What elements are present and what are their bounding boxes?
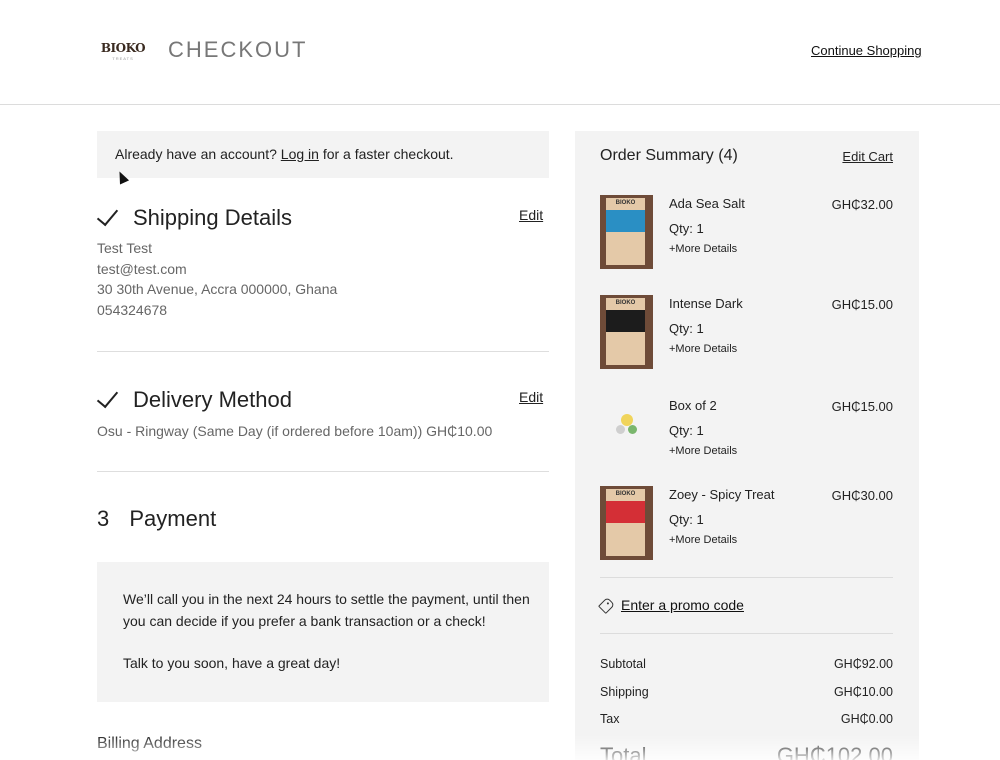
brand-logo[interactable]: BIOKO TREATS <box>100 30 146 72</box>
continue-shopping-link[interactable]: Continue Shopping <box>811 43 922 58</box>
shipping-cost-value: GH₵10.00 <box>833 685 893 699</box>
product-thumbnail: BIOKO <box>600 486 653 560</box>
tag-icon <box>598 596 615 614</box>
promo-code-link[interactable]: Enter a promo code <box>598 596 744 614</box>
total-row: Total GH₵102.00 <box>600 743 893 760</box>
shipping-email: test@test.com <box>97 260 187 277</box>
item-name: Ada Sea Salt <box>669 196 745 211</box>
edit-cart-link[interactable]: Edit Cart <box>842 149 893 164</box>
product-thumbnail: BIOKO <box>600 195 653 269</box>
product-label-band <box>606 210 645 232</box>
total-label: Total <box>600 743 647 760</box>
promo-code-label: Enter a promo code <box>621 597 744 613</box>
shipping-cost-label: Shipping <box>600 685 649 699</box>
order-summary: Order Summary (4) Edit Cart BIOKO Ada Se… <box>575 131 919 760</box>
divider <box>600 633 893 634</box>
billing-address-title: Billing Address <box>97 735 202 752</box>
payment-section-header: 3 Payment <box>97 506 216 532</box>
subtotal-row: Subtotal GH₵92.00 <box>600 657 893 671</box>
cart-item: BIOKO Ada Sea Salt Qty: 1 +More Details … <box>600 195 893 275</box>
item-price: GH₵15.00 <box>831 399 893 414</box>
item-qty: Qty: 1 <box>669 423 704 438</box>
shipping-phone: 054324678 <box>97 302 168 319</box>
payment-greeting: Talk to you soon, have a great day! <box>123 655 341 671</box>
product-label-band <box>606 501 645 523</box>
checkmark-icon <box>97 207 119 229</box>
product-label-band <box>606 310 645 332</box>
item-name: Box of 2 <box>669 398 717 413</box>
item-name: Intense Dark <box>669 296 743 311</box>
subtotal-label: Subtotal <box>600 657 646 671</box>
divider <box>97 471 549 472</box>
login-link[interactable]: Log in <box>281 146 319 162</box>
payment-message-box: We’ll call you in the next 24 hours to s… <box>97 562 549 702</box>
cart-item: BIOKO Zoey - Spicy Treat Qty: 1 +More De… <box>600 486 893 566</box>
shipping-details: Test Test test@test.com 30 30th Avenue, … <box>97 238 337 321</box>
shipping-title: Shipping Details <box>133 205 292 230</box>
delivery-section-header: Delivery Method <box>97 387 292 413</box>
more-details-link[interactable]: +More Details <box>669 445 737 457</box>
tax-value: GH₵0.00 <box>840 712 893 726</box>
product-thumbnail <box>600 397 653 471</box>
delivery-method-text: Osu - Ringway (Same Day (if ordered befo… <box>97 423 493 439</box>
edit-delivery-button[interactable]: Edit <box>519 389 543 405</box>
logo-text: BIOKO <box>100 41 146 55</box>
product-brand-mark: BIOKO <box>615 491 636 497</box>
item-price: GH₵30.00 <box>831 488 893 503</box>
logo-subtext: TREATS <box>112 56 134 61</box>
tax-label: Tax <box>600 712 620 726</box>
order-summary-title: Order Summary (4) <box>600 147 738 164</box>
edit-shipping-button[interactable]: Edit <box>519 207 543 223</box>
cart-item: Box of 2 Qty: 1 +More Details GH₵15.00 <box>600 397 893 477</box>
cart-item: BIOKO Intense Dark Qty: 1 +More Details … <box>600 295 893 375</box>
more-details-link[interactable]: +More Details <box>669 343 737 355</box>
total-value: GH₵102.00 <box>776 743 893 760</box>
divider <box>600 577 893 578</box>
item-qty: Qty: 1 <box>669 321 704 336</box>
shipping-name: Test Test <box>97 240 152 256</box>
login-suffix-text: for a faster checkout. <box>322 146 454 162</box>
payment-title: Payment <box>129 506 217 531</box>
item-price: GH₵32.00 <box>831 197 893 212</box>
checkout-header: BIOKO TREATS CHECKOUT Continue Shopping <box>0 0 1000 105</box>
payment-step-number: 3 <box>97 506 110 531</box>
item-price: GH₵15.00 <box>831 297 893 312</box>
item-name: Zoey - Spicy Treat <box>669 487 775 502</box>
item-qty: Qty: 1 <box>669 221 704 236</box>
tax-row: Tax GH₵0.00 <box>600 712 893 726</box>
item-qty: Qty: 1 <box>669 512 704 527</box>
checkmark-icon <box>97 389 119 411</box>
login-prompt-text: Already have an account? <box>115 146 277 162</box>
product-brand-mark: BIOKO <box>615 200 636 206</box>
subtotal-value: GH₵92.00 <box>833 657 893 671</box>
product-brand-mark: BIOKO <box>615 300 636 306</box>
payment-message: We’ll call you in the next 24 hours to s… <box>123 591 530 629</box>
login-banner: Already have an account? Log in for a fa… <box>97 131 549 178</box>
delivery-title: Delivery Method <box>133 387 292 412</box>
shipping-address: 30 30th Avenue, Accra 000000, Ghana <box>97 281 338 298</box>
more-details-link[interactable]: +More Details <box>669 534 737 546</box>
shipping-section-header: Shipping Details <box>97 205 292 231</box>
product-thumbnail: BIOKO <box>600 295 653 369</box>
page-title: CHECKOUT <box>168 37 308 62</box>
shipping-row: Shipping GH₵10.00 <box>600 685 893 699</box>
divider <box>97 351 549 352</box>
more-details-link[interactable]: +More Details <box>669 243 737 255</box>
